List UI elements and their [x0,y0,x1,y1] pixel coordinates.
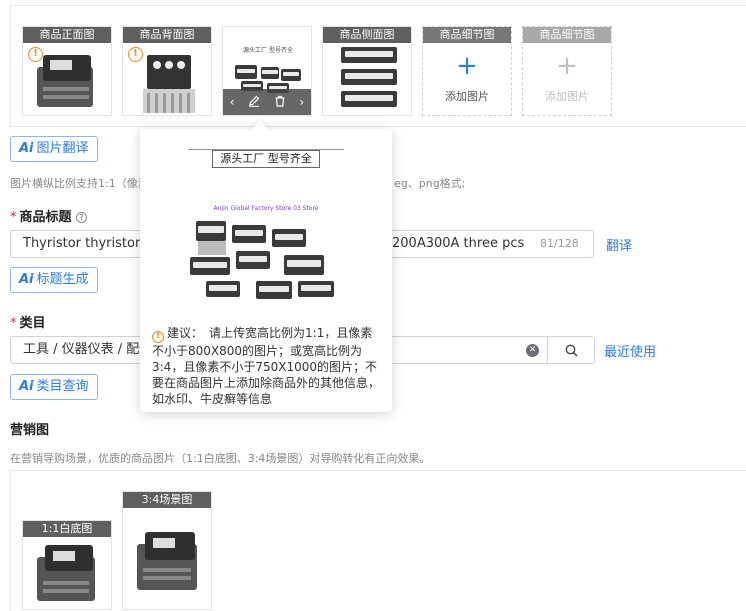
image-preview-popover: 源头工厂 型号齐全 Anjin Global Factory Store 03 … [140,129,392,412]
title-translate-link[interactable]: 翻译 [606,235,632,254]
image-slot-caption: 商品背面图 [123,27,211,43]
help-icon[interactable]: ? [76,212,88,223]
category-query-label: 类目查询 [36,379,89,394]
add-detail-image-slot-disabled: 商品细节图 + 添加图片 [522,26,612,116]
marketing-image-scene[interactable]: 3:4场景图 [122,491,212,610]
delete-icon[interactable] [274,95,286,110]
title-generate-button[interactable]: Ai 标题生成 [10,267,98,293]
marketing-image-white-bg[interactable]: 1:1白底图 [22,520,112,610]
popover-store-text: Anjin Global Factory Store 03 Store [213,205,319,212]
category-search-button[interactable] [547,336,595,364]
marketing-images-label: 营销图 [10,423,50,438]
required-mark: * [10,316,17,331]
title-input-value-end: 200A300A three pcs [392,236,525,251]
plus-icon: + [456,51,478,81]
image-format-hint: eg、png格式; [394,177,466,190]
image-slot-side[interactable]: 商品侧面图 [322,26,412,116]
title-char-counter: 81/128 [540,237,579,250]
ai-icon: Ai [19,141,34,156]
tip-prefix: 建议： [167,326,204,340]
marketing-image-caption: 3:4场景图 [123,492,211,508]
add-image-label: 添加图片 [545,90,589,103]
marketing-images-panel [10,470,746,611]
image-slot-front[interactable]: 商品正面图 ! [22,26,112,116]
warning-icon: ! [152,331,164,343]
edit-icon[interactable] [248,95,260,110]
image-slot-hovered[interactable]: 源头工厂 型号齐全 ‹ › [222,26,312,116]
title-label-text: 商品标题 [19,210,72,225]
warning-icon: ! [28,47,43,62]
title-generate-label: 标题生成 [36,272,89,287]
image-translate-button[interactable]: Ai 图片翻译 [10,136,98,162]
category-field-label: * 类目 [10,312,46,331]
image-action-bar: ‹ › [223,89,311,115]
plus-icon: + [556,51,578,81]
warning-icon: ! [128,47,143,62]
image-suggestion-tip: ! 建议： 请上传宽高比例为1:1，且像素不小于800X800的图片；或宽高比例为3… [152,325,384,407]
overlay-banner-text: 源头工厂 型号齐全 [243,47,293,54]
title-field-label: * 商品标题 ? [10,206,88,225]
required-mark: * [10,210,17,225]
image-slot-back[interactable]: 商品背面图 ! [122,26,212,116]
popover-banner: 源头工厂 型号齐全 [212,150,320,168]
image-ratio-hint: 图片横纵比例支持1:1（像素 [10,177,149,190]
image-slot-caption: 商品侧面图 [323,27,411,43]
ai-icon: Ai [19,272,34,287]
ai-icon: Ai [19,379,34,394]
category-value: 工具 / 仪器仪表 / 配件 [23,342,153,357]
add-image-label: 添加图片 [445,90,489,103]
clear-icon[interactable]: ✕ [526,344,539,357]
category-label-text: 类目 [19,316,46,331]
image-translate-label: 图片翻译 [36,141,89,156]
marketing-images-hint: 在营销导购场景，优质的商品图片（1:1白底图、3:4场景图）对导购转化有正向效果… [10,452,431,465]
image-slot-caption: 商品细节图 [523,27,611,43]
category-query-button[interactable]: Ai 类目查询 [10,374,98,400]
recent-categories-link[interactable]: 最近使用 [604,341,656,360]
next-arrow-icon[interactable]: › [299,95,304,109]
search-icon [565,344,578,357]
prev-arrow-icon[interactable]: ‹ [230,95,235,109]
image-slot-caption: 商品细节图 [423,27,511,43]
add-detail-image-slot[interactable]: 商品细节图 + 添加图片 [422,26,512,116]
image-slot-caption: 商品正面图 [23,27,111,43]
marketing-image-caption: 1:1白底图 [23,521,111,537]
